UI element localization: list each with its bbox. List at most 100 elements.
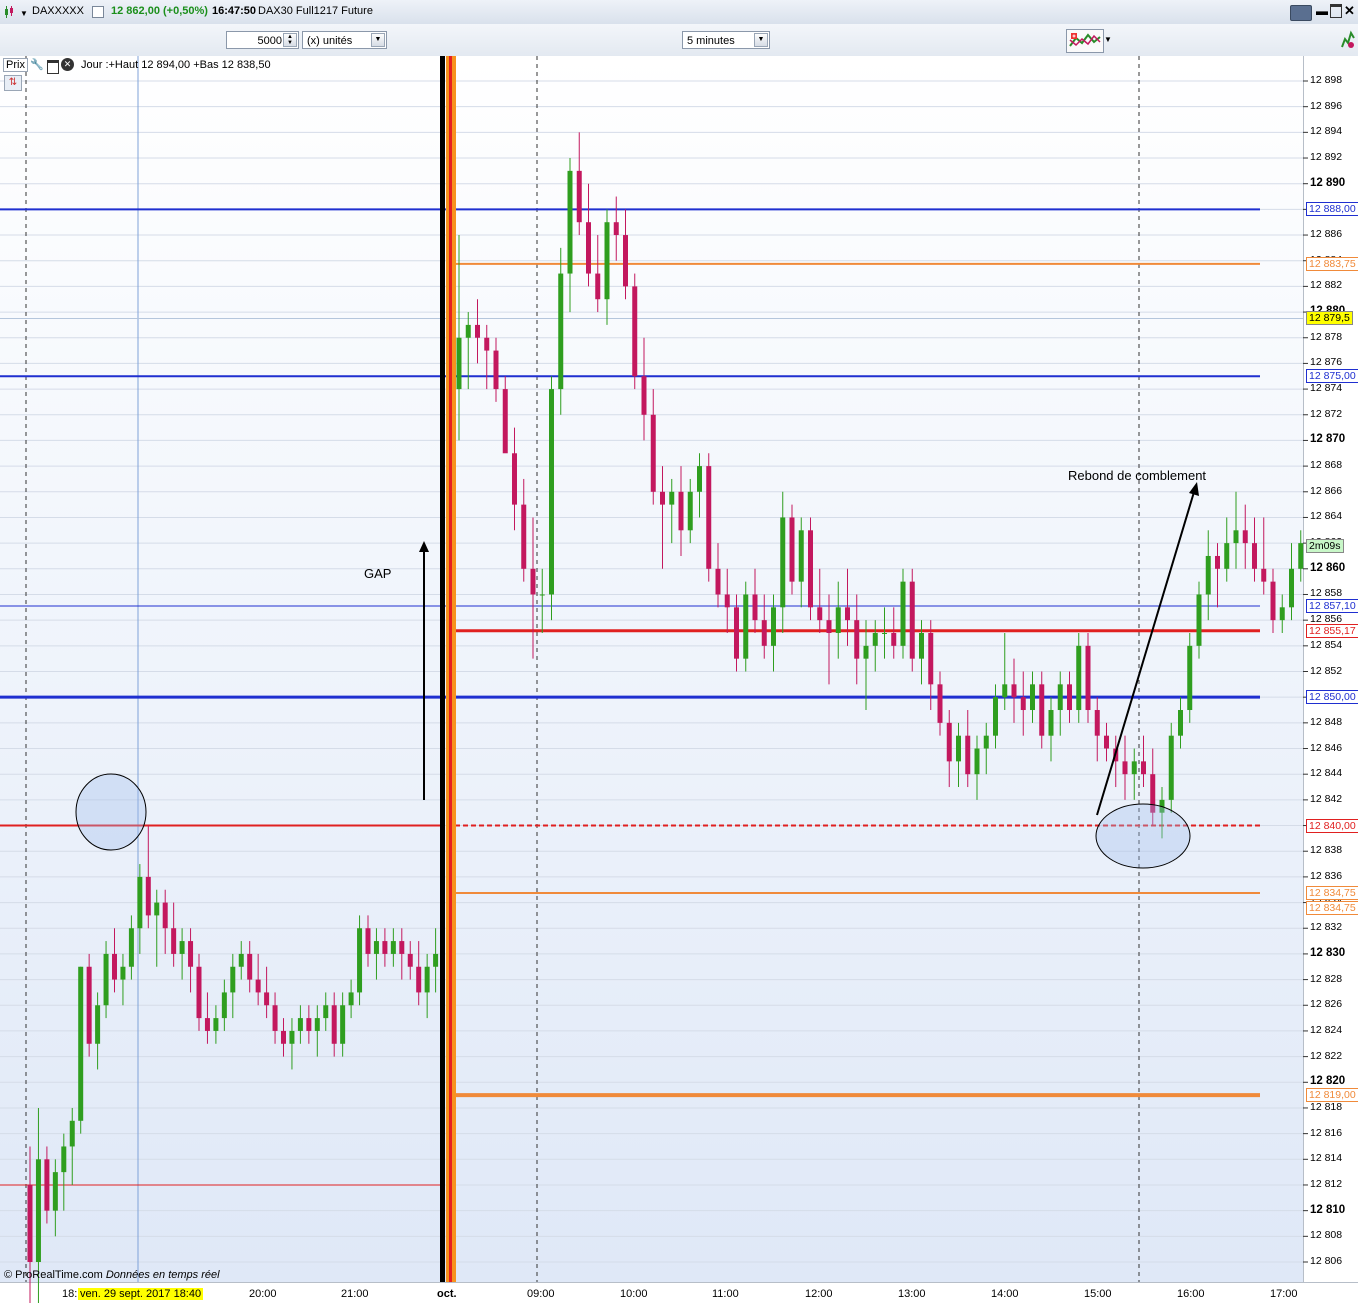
time-tick-label: 17:00 — [1270, 1288, 1298, 1300]
realtime-label: Données en temps réel — [105, 1269, 220, 1281]
candle-body — [340, 1005, 346, 1044]
day-separator-red — [449, 56, 452, 1282]
candle-body — [323, 1005, 329, 1019]
price-tick-label: 12 814 — [1310, 1152, 1343, 1165]
candle-body — [558, 273, 564, 390]
candle-body — [1224, 543, 1230, 569]
price-tick-label: 12 838 — [1310, 844, 1343, 857]
candle-body — [826, 620, 832, 633]
price-tick-label: 12 876 — [1310, 356, 1343, 369]
day-separator-black — [440, 56, 445, 1282]
candle-body — [424, 966, 430, 993]
price-tick-label: 12 878 — [1310, 330, 1343, 343]
time-tick-label: oct. — [437, 1288, 457, 1300]
candle-body — [734, 607, 739, 659]
candle-body — [86, 966, 92, 1044]
candle-body — [595, 273, 601, 300]
candle-body — [306, 1018, 312, 1031]
candle-body — [433, 953, 439, 967]
candle-body — [956, 735, 961, 762]
candle-body — [872, 632, 878, 646]
time-tick-label: 15:00 — [1084, 1288, 1112, 1300]
candle-body — [382, 941, 388, 954]
candle-body — [919, 632, 924, 659]
candle-body — [974, 748, 980, 775]
price-tick-label: 12 828 — [1310, 972, 1343, 985]
candle-body — [1085, 645, 1091, 711]
candle-body — [891, 632, 897, 646]
candle-body — [771, 607, 776, 646]
price-level-label: 12 834,75 — [1306, 900, 1358, 915]
candle-body — [1131, 761, 1137, 775]
candle-body — [365, 928, 371, 954]
candle-body — [697, 466, 702, 492]
price-tick-label: 12 868 — [1310, 459, 1343, 472]
candle-body — [213, 1018, 219, 1031]
candle-body — [281, 1030, 286, 1044]
candle-body — [845, 607, 850, 621]
candle-body — [179, 941, 185, 954]
time-tick-label: 16:00 — [1177, 1288, 1205, 1300]
candle-body — [128, 928, 134, 967]
time-tick-label: 13:00 — [898, 1288, 926, 1300]
candle-body — [1094, 710, 1100, 736]
time-tick-label: 12:00 — [805, 1288, 833, 1300]
rebound-arrow-head — [1189, 482, 1199, 496]
candle-body — [373, 941, 379, 954]
window-icon[interactable] — [47, 60, 59, 74]
candle-body — [798, 530, 804, 582]
candle-body — [613, 222, 619, 236]
price-level-label: 12 888,00 — [1306, 202, 1358, 217]
price-tick-label: 12 852 — [1310, 664, 1343, 677]
highlight-circle-right — [1095, 803, 1191, 869]
price-tick-label: 12 890 — [1310, 176, 1346, 189]
candle-body — [687, 491, 693, 531]
candle-body — [484, 337, 490, 351]
price-tick-label: 12 854 — [1310, 638, 1343, 651]
candle-body — [1187, 645, 1193, 711]
time-tick-label: 18: — [62, 1288, 78, 1300]
candle-body — [789, 517, 795, 582]
candle-body — [399, 941, 405, 954]
candle-body — [808, 530, 813, 608]
candle-body — [576, 170, 582, 223]
candle-body — [715, 568, 721, 595]
refresh-icon[interactable]: ⇅ — [4, 75, 22, 91]
wrench-icon[interactable]: 🔧 — [30, 58, 44, 71]
candle-body — [1252, 543, 1257, 569]
price-level-label: 12 840,00 — [1306, 818, 1358, 833]
price-tick-label: 12 892 — [1310, 151, 1343, 164]
candle-body — [549, 389, 554, 595]
gap-annotation: GAP — [364, 566, 392, 581]
candle-body — [407, 953, 413, 967]
candle-body — [706, 466, 712, 569]
candle-body — [1233, 530, 1239, 544]
candle-body — [1122, 761, 1128, 775]
candle-body — [882, 632, 887, 634]
price-level-label: 12 883,75 — [1306, 256, 1358, 271]
candle-body — [909, 581, 915, 659]
daily-high-low: Jour :+Haut 12 894,00 +Bas 12 838,50 — [81, 59, 271, 71]
candle-body — [196, 966, 202, 1019]
close-circle-icon[interactable]: ✕ — [61, 58, 74, 71]
price-tick-label: 12 848 — [1310, 715, 1343, 728]
price-tick-label: 12 806 — [1310, 1255, 1343, 1267]
candle-body — [145, 876, 151, 916]
candle-body — [835, 607, 841, 633]
candle-body — [623, 235, 628, 287]
candle-body — [650, 414, 656, 492]
candle-body — [641, 376, 647, 415]
price-level-label: 12 850,00 — [1306, 690, 1358, 705]
candle-body — [937, 684, 943, 723]
candle-body — [255, 979, 261, 993]
price-tick-label: 12 872 — [1310, 407, 1343, 420]
price-label[interactable]: Prix — [3, 58, 28, 72]
price-tick-label: 12 830 — [1310, 946, 1346, 959]
candle-body — [264, 992, 270, 1006]
price-level-label: 12 875,00 — [1306, 369, 1358, 384]
copyright-text: © ProRealTime.com Données en temps réel — [4, 1269, 220, 1281]
candle-body — [44, 1159, 50, 1211]
candle-body — [247, 953, 253, 980]
candle-body — [154, 902, 160, 916]
candle-body — [761, 620, 767, 646]
